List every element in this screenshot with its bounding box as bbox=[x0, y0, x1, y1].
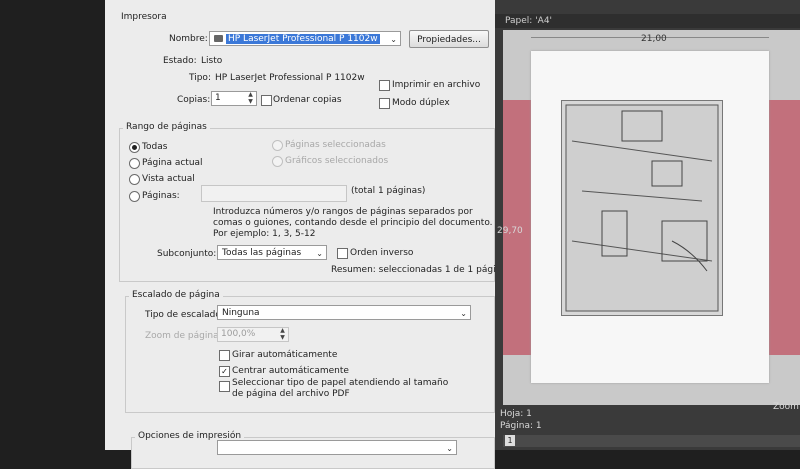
printer-name-select[interactable]: HP LaserJet Professional P 1102w ⌄ bbox=[209, 31, 401, 46]
zoom-indicator-label: Zoom: bbox=[773, 402, 800, 412]
auto-rotate-label: Girar automáticamente bbox=[232, 350, 338, 360]
range-current-view-radio[interactable] bbox=[129, 174, 140, 185]
copies-value: 1 bbox=[215, 93, 221, 103]
scaling-title: Escalado de página bbox=[129, 290, 223, 300]
zoom-value: 100,0% bbox=[221, 329, 256, 339]
reverse-order-checkbox[interactable] bbox=[337, 248, 348, 259]
reverse-order-label: Orden inverso bbox=[350, 248, 414, 258]
range-selected-pages-label: Páginas seleccionadas bbox=[285, 140, 386, 150]
duplex-checkbox[interactable] bbox=[379, 98, 390, 109]
auto-center-label: Centrar automáticamente bbox=[232, 366, 349, 376]
copies-label: Copias: bbox=[177, 95, 211, 105]
copies-stepper-up-icon[interactable]: ▲ bbox=[246, 91, 255, 98]
printer-name-label: Nombre: bbox=[169, 34, 208, 44]
collate-checkbox[interactable] bbox=[261, 95, 272, 106]
print-dialog: Impresora Nombre: HP LaserJet Profession… bbox=[105, 0, 511, 469]
auto-center-checkbox[interactable]: ✓ bbox=[219, 366, 230, 377]
print-preview-panel: Papel: 'A4' 21,00 29,70 Hoja: 1 Página: … bbox=[495, 0, 800, 450]
subset-select[interactable]: Todas las páginas ⌄ bbox=[217, 245, 327, 260]
zoom-label: Zoom de página: bbox=[145, 331, 222, 341]
range-all-radio[interactable] bbox=[129, 142, 140, 153]
paper-size-header: Papel: 'A4' bbox=[495, 14, 800, 28]
sheet-label: Hoja: 1 bbox=[500, 409, 532, 419]
range-summary: Resumen: seleccionadas 1 de 1 páginas bbox=[331, 265, 512, 275]
auto-rotate-checkbox[interactable] bbox=[219, 350, 230, 361]
status-label: Estado: bbox=[163, 56, 197, 66]
zoom-stepper-up-icon[interactable]: ▲ bbox=[278, 327, 287, 334]
subset-value: Todas las páginas bbox=[222, 248, 302, 258]
range-all-label: Todas bbox=[142, 142, 168, 152]
paper-height-label: 29,70 bbox=[497, 226, 523, 236]
range-current-view-label: Vista actual bbox=[142, 174, 195, 184]
range-pages-label: Páginas: bbox=[142, 191, 180, 201]
print-options-select[interactable]: ⌄ bbox=[217, 440, 457, 455]
status-value: Listo bbox=[201, 56, 223, 66]
chevron-down-icon: ⌄ bbox=[390, 35, 397, 44]
copies-stepper-down-icon[interactable]: ▼ bbox=[246, 98, 255, 105]
paper-width-label: 21,00 bbox=[641, 34, 667, 44]
paper-by-size-checkbox[interactable] bbox=[219, 381, 230, 392]
duplex-label: Modo dúplex bbox=[392, 98, 450, 108]
printer-icon bbox=[214, 35, 223, 42]
range-pages-radio[interactable] bbox=[129, 191, 140, 202]
total-pages-label: (total 1 páginas) bbox=[351, 186, 426, 196]
pages-input[interactable] bbox=[201, 185, 347, 202]
page-number-box[interactable]: 1 bbox=[505, 435, 515, 446]
document-sketch bbox=[565, 104, 719, 312]
range-selected-graphics-label: Gráficos seleccionados bbox=[285, 156, 389, 166]
page-range-title: Rango de páginas bbox=[123, 122, 210, 132]
chevron-down-icon: ⌄ bbox=[446, 444, 453, 453]
page-range-help-text: Introduzca números y/o rangos de páginas… bbox=[213, 207, 493, 239]
range-current-page-radio[interactable] bbox=[129, 158, 140, 169]
page-label: Página: 1 bbox=[500, 421, 542, 431]
scaling-type-value: Ninguna bbox=[222, 308, 260, 318]
properties-button[interactable]: Propiedades... bbox=[409, 30, 489, 48]
printer-section-title: Impresora bbox=[121, 12, 167, 22]
printer-name-value: HP LaserJet Professional P 1102w bbox=[226, 34, 380, 44]
type-value: HP LaserJet Professional P 1102w bbox=[215, 73, 365, 83]
paper-by-size-label: Seleccionar tipo de papel atendiendo al … bbox=[232, 378, 449, 399]
subset-label: Subconjunto: bbox=[157, 249, 217, 259]
range-selected-pages-radio[interactable] bbox=[272, 140, 283, 151]
scaling-type-select[interactable]: Ninguna ⌄ bbox=[217, 305, 471, 320]
range-selected-graphics-radio[interactable] bbox=[272, 156, 283, 167]
chevron-down-icon: ⌄ bbox=[460, 309, 467, 318]
zoom-stepper-down-icon[interactable]: ▼ bbox=[278, 334, 287, 341]
chevron-down-icon: ⌄ bbox=[316, 249, 323, 258]
type-label: Tipo: bbox=[189, 73, 211, 83]
collate-label: Ordenar copias bbox=[273, 95, 342, 105]
range-current-page-label: Página actual bbox=[142, 158, 203, 168]
page-scroll-bar[interactable]: 1 bbox=[503, 435, 800, 447]
document-thumbnail bbox=[561, 100, 723, 316]
print-to-file-checkbox[interactable] bbox=[379, 80, 390, 91]
preview-canvas: 21,00 bbox=[503, 30, 800, 405]
print-to-file-label: Imprimir en archivo bbox=[392, 80, 481, 90]
scaling-type-label: Tipo de escalado: bbox=[145, 310, 224, 320]
